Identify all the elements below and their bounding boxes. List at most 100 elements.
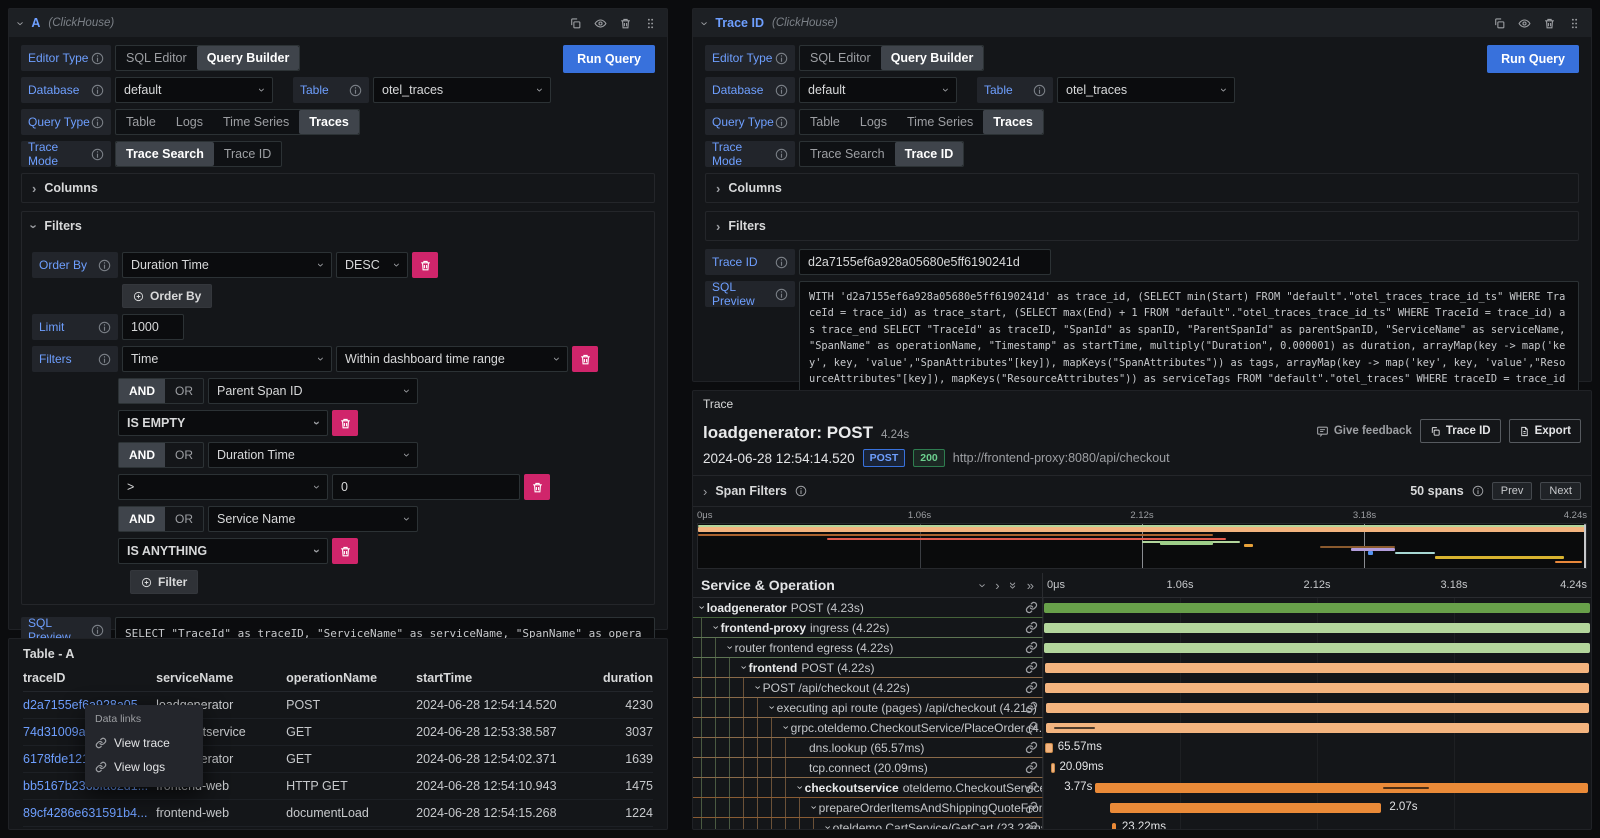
collapse-all-icon[interactable]: »	[1007, 581, 1020, 588]
run-query-button[interactable]: Run Query	[563, 45, 655, 73]
next-button[interactable]: Next	[1540, 482, 1581, 500]
and-option[interactable]: AND	[119, 443, 165, 467]
span-row[interactable]: › grpc.oteldemo.CheckoutService/PlaceOrd…	[693, 718, 1591, 738]
expand-one-icon[interactable]: ›	[995, 579, 999, 592]
add-filter-button[interactable]: Filter	[130, 570, 198, 594]
query-panel-traceid-header[interactable]: › Trace ID (ClickHouse)	[693, 9, 1591, 37]
info-icon[interactable]	[795, 485, 807, 497]
sql-editor-option[interactable]: SQL Editor	[800, 46, 881, 70]
filter-operator-select[interactable]: IS ANYTHING›	[118, 538, 328, 564]
info-icon[interactable]	[1033, 84, 1046, 97]
span-bar[interactable]	[1110, 803, 1381, 813]
or-option[interactable]: OR	[165, 443, 203, 467]
columns-section-header[interactable]: ›Columns	[22, 174, 654, 202]
query-panel-a-header[interactable]: › A (ClickHouse)	[9, 9, 667, 37]
duplicate-query-icon[interactable]	[569, 17, 582, 30]
info-icon[interactable]	[775, 148, 788, 161]
expand-all-icon[interactable]: »	[1027, 579, 1034, 592]
span-bar[interactable]	[1044, 643, 1590, 653]
trace-id-input[interactable]	[799, 249, 1051, 275]
span-row[interactable]: › checkoutservice oteldemo.CheckoutServi…	[693, 778, 1591, 798]
filter-operator-select[interactable]: Within dashboard time range›	[336, 346, 568, 372]
column-header-operationname[interactable]: operationName	[286, 665, 416, 692]
and-option[interactable]: AND	[119, 379, 165, 403]
trace-id-link[interactable]: 89cf4286e631591b4...	[23, 800, 156, 827]
give-feedback-button[interactable]: Give feedback	[1316, 425, 1412, 438]
remove-filter-button[interactable]	[332, 538, 358, 564]
query-type-logs[interactable]: Logs	[850, 110, 897, 134]
span-bar[interactable]	[1045, 683, 1590, 693]
info-icon[interactable]	[775, 256, 788, 269]
span-row[interactable]: › loadgenerator POST (4.23s)	[693, 598, 1591, 618]
span-row[interactable]: › router frontend egress (4.22s)	[693, 638, 1591, 658]
order-by-field-select[interactable]: Duration Time›	[122, 252, 332, 278]
span-row[interactable]: › frontend POST (4.22s)	[693, 658, 1591, 678]
trace-id-button[interactable]: Trace ID	[1420, 419, 1501, 443]
span-row[interactable]: › POST /api/checkout (4.22s)	[693, 678, 1591, 698]
remove-filter-button[interactable]	[332, 410, 358, 436]
query-type-timeseries[interactable]: Time Series	[897, 110, 983, 134]
span-link-icon[interactable]	[1025, 701, 1038, 714]
info-icon[interactable]	[1472, 485, 1484, 497]
span-link-icon[interactable]	[1025, 621, 1038, 634]
toggle-visibility-icon[interactable]	[594, 17, 607, 30]
span-link-icon[interactable]	[1025, 821, 1038, 829]
column-header-traceid[interactable]: traceID	[23, 665, 156, 692]
columns-section-header[interactable]: ›Columns	[706, 174, 1578, 202]
database-select[interactable]: default›	[115, 77, 273, 103]
query-builder-option[interactable]: Query Builder	[881, 46, 984, 70]
order-by-direction-select[interactable]: DESC›	[336, 252, 408, 278]
filter-operator-select[interactable]: >›	[118, 474, 328, 500]
and-option[interactable]: AND	[119, 507, 165, 531]
info-icon[interactable]	[98, 259, 111, 272]
database-select[interactable]: default›	[799, 77, 957, 103]
query-type-traces[interactable]: Traces	[299, 110, 359, 134]
trace-search-option[interactable]: Trace Search	[800, 142, 895, 166]
query-type-logs[interactable]: Logs	[166, 110, 213, 134]
info-icon[interactable]	[775, 288, 788, 301]
filter-field-select[interactable]: Parent Span ID›	[208, 378, 418, 404]
query-type-table[interactable]: Table	[800, 110, 850, 134]
span-bar[interactable]	[1045, 743, 1053, 753]
span-link-icon[interactable]	[1025, 741, 1038, 754]
span-bar[interactable]	[1095, 783, 1588, 793]
sql-editor-option[interactable]: SQL Editor	[116, 46, 197, 70]
trace-id-option[interactable]: Trace ID	[895, 142, 964, 166]
span-link-icon[interactable]	[1025, 721, 1038, 734]
span-link-icon[interactable]	[1025, 761, 1038, 774]
info-icon[interactable]	[91, 84, 104, 97]
span-bar[interactable]	[1046, 703, 1590, 713]
span-link-icon[interactable]	[1025, 641, 1038, 654]
filter-value-input[interactable]	[332, 474, 520, 500]
filter-operator-select[interactable]: IS EMPTY›	[118, 410, 328, 436]
duplicate-query-icon[interactable]	[1493, 17, 1506, 30]
span-row[interactable]: › oteldemo.CartService/GetCart (23.22ms)…	[693, 818, 1591, 829]
query-type-timeseries[interactable]: Time Series	[213, 110, 299, 134]
span-bar[interactable]	[1045, 663, 1590, 673]
remove-filter-button[interactable]	[524, 474, 550, 500]
query-type-traces[interactable]: Traces	[983, 110, 1043, 134]
info-icon[interactable]	[91, 52, 104, 65]
span-filters-label[interactable]: Span Filters	[715, 484, 787, 498]
span-link-icon[interactable]	[1025, 781, 1038, 794]
collapse-one-icon[interactable]: ›	[977, 583, 990, 587]
filters-section-header[interactable]: ›Filters	[22, 212, 654, 240]
column-header-servicename[interactable]: serviceName	[156, 665, 286, 692]
span-bar[interactable]	[1112, 823, 1116, 829]
info-icon[interactable]	[775, 84, 788, 97]
span-row[interactable]: › prepareOrderItemsAndShippingQuoteFromC…	[693, 798, 1591, 818]
span-row[interactable]: dns.lookup (65.57ms) 65.57ms	[693, 738, 1591, 758]
span-link-icon[interactable]	[1025, 801, 1038, 814]
info-icon[interactable]	[91, 148, 104, 161]
export-button[interactable]: Export	[1509, 419, 1581, 443]
toggle-visibility-icon[interactable]	[1518, 17, 1531, 30]
info-icon[interactable]	[91, 624, 104, 637]
info-icon[interactable]	[98, 353, 111, 366]
info-icon[interactable]	[91, 116, 104, 129]
column-header-duration[interactable]: duration	[574, 665, 653, 692]
drag-handle-icon[interactable]	[644, 17, 657, 30]
add-order-by-button[interactable]: Order By	[122, 284, 212, 308]
table-select[interactable]: otel_traces›	[373, 77, 551, 103]
query-type-table[interactable]: Table	[116, 110, 166, 134]
delete-query-icon[interactable]	[1543, 17, 1556, 30]
